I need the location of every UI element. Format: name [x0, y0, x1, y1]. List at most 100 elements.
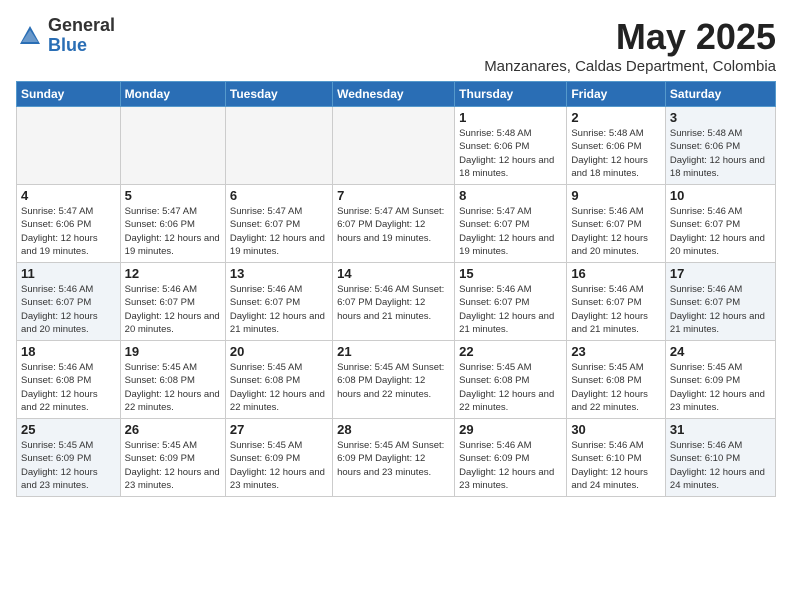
day-info: Sunrise: 5:45 AM Sunset: 6:09 PM Dayligh… [670, 361, 771, 414]
day-number: 6 [230, 188, 328, 203]
calendar-cell [17, 107, 121, 185]
day-info: Sunrise: 5:47 AM Sunset: 6:07 PM Dayligh… [230, 205, 328, 258]
calendar-cell: 6 Sunrise: 5:47 AM Sunset: 6:07 PM Daylig… [225, 185, 332, 263]
day-number: 12 [125, 266, 221, 281]
calendar-cell: 30 Sunrise: 5:46 AM Sunset: 6:10 PM Dayli… [567, 419, 666, 497]
day-number: 3 [670, 110, 771, 125]
logo-text: General Blue [48, 16, 115, 56]
logo: General Blue [16, 16, 115, 56]
calendar-cell: 17 Sunrise: 5:46 AM Sunset: 6:07 PM Dayli… [665, 263, 775, 341]
calendar-cell: 12 Sunrise: 5:46 AM Sunset: 6:07 PM Dayli… [120, 263, 225, 341]
day-number: 29 [459, 422, 562, 437]
day-number: 15 [459, 266, 562, 281]
month-title: May 2025 [484, 16, 776, 58]
week-row-3: 18 Sunrise: 5:46 AM Sunset: 6:08 PM Dayli… [17, 341, 776, 419]
calendar-cell [333, 107, 455, 185]
day-number: 26 [125, 422, 221, 437]
day-info: Sunrise: 5:45 AM Sunset: 6:09 PM Dayligh… [125, 439, 221, 492]
calendar-cell: 28Sunrise: 5:45 AM Sunset: 6:09 PM Dayli… [333, 419, 455, 497]
calendar-cell: 29 Sunrise: 5:46 AM Sunset: 6:09 PM Dayli… [455, 419, 567, 497]
calendar-cell: 11 Sunrise: 5:46 AM Sunset: 6:07 PM Dayli… [17, 263, 121, 341]
calendar-cell: 9 Sunrise: 5:46 AM Sunset: 6:07 PM Daylig… [567, 185, 666, 263]
calendar-cell: 26 Sunrise: 5:45 AM Sunset: 6:09 PM Dayli… [120, 419, 225, 497]
day-number: 13 [230, 266, 328, 281]
header-thursday: Thursday [455, 82, 567, 107]
day-number: 27 [230, 422, 328, 437]
logo-blue: Blue [48, 36, 115, 56]
day-info: Sunrise: 5:46 AM Sunset: 6:09 PM Dayligh… [459, 439, 562, 492]
day-number: 2 [571, 110, 661, 125]
day-info: Sunrise: 5:45 AM Sunset: 6:08 PM Dayligh… [125, 361, 221, 414]
day-info: Sunrise: 5:48 AM Sunset: 6:06 PM Dayligh… [670, 127, 771, 180]
calendar-cell: 10Sunrise: 5:46 AM Sunset: 6:07 PM Dayli… [665, 185, 775, 263]
day-info: Sunrise: 5:46 AM Sunset: 6:10 PM Dayligh… [670, 439, 771, 492]
day-number: 23 [571, 344, 661, 359]
day-info: Sunrise: 5:48 AM Sunset: 6:06 PM Dayligh… [571, 127, 661, 180]
calendar-cell: 20Sunrise: 5:45 AM Sunset: 6:08 PM Dayli… [225, 341, 332, 419]
day-info: Sunrise: 5:47 AM Sunset: 6:07 PM Dayligh… [337, 205, 450, 245]
week-row-0: 1 Sunrise: 5:48 AM Sunset: 6:06 PM Daylig… [17, 107, 776, 185]
calendar-cell: 23 Sunrise: 5:45 AM Sunset: 6:08 PM Dayli… [567, 341, 666, 419]
calendar-table: SundayMondayTuesdayWednesdayThursdayFrid… [16, 81, 776, 497]
calendar-cell [225, 107, 332, 185]
calendar-cell: 3 Sunrise: 5:48 AM Sunset: 6:06 PM Daylig… [665, 107, 775, 185]
day-info: Sunrise: 5:46 AM Sunset: 6:07 PM Dayligh… [125, 283, 221, 336]
day-number: 10 [670, 188, 771, 203]
day-number: 1 [459, 110, 562, 125]
day-number: 5 [125, 188, 221, 203]
page-header: General Blue May 2025 Manzanares, Caldas… [16, 16, 776, 75]
day-info: Sunrise: 5:47 AM Sunset: 6:06 PM Dayligh… [125, 205, 221, 258]
day-number: 24 [670, 344, 771, 359]
day-number: 4 [21, 188, 116, 203]
header-friday: Friday [567, 82, 666, 107]
day-number: 28 [337, 422, 450, 437]
calendar-cell: 13Sunrise: 5:46 AM Sunset: 6:07 PM Dayli… [225, 263, 332, 341]
day-number: 11 [21, 266, 116, 281]
logo-general: General [48, 16, 115, 36]
day-info: Sunrise: 5:45 AM Sunset: 6:08 PM Dayligh… [459, 361, 562, 414]
calendar-cell: 27 Sunrise: 5:45 AM Sunset: 6:09 PM Dayli… [225, 419, 332, 497]
calendar-cell: 24 Sunrise: 5:45 AM Sunset: 6:09 PM Dayli… [665, 341, 775, 419]
day-info: Sunrise: 5:46 AM Sunset: 6:07 PM Dayligh… [670, 283, 771, 336]
header-tuesday: Tuesday [225, 82, 332, 107]
day-number: 16 [571, 266, 661, 281]
calendar-cell [120, 107, 225, 185]
header-sunday: Sunday [17, 82, 121, 107]
calendar-cell: 7Sunrise: 5:47 AM Sunset: 6:07 PM Daylig… [333, 185, 455, 263]
logo-icon [16, 22, 44, 50]
day-number: 30 [571, 422, 661, 437]
calendar-cell: 18 Sunrise: 5:46 AM Sunset: 6:08 PM Dayli… [17, 341, 121, 419]
calendar-cell: 2 Sunrise: 5:48 AM Sunset: 6:06 PM Daylig… [567, 107, 666, 185]
calendar-cell: 16 Sunrise: 5:46 AM Sunset: 6:07 PM Dayli… [567, 263, 666, 341]
day-info: Sunrise: 5:48 AM Sunset: 6:06 PM Dayligh… [459, 127, 562, 180]
calendar-cell: 19 Sunrise: 5:45 AM Sunset: 6:08 PM Dayli… [120, 341, 225, 419]
calendar-cell: 14 Sunrise: 5:46 AM Sunset: 6:07 PM Dayli… [333, 263, 455, 341]
day-info: Sunrise: 5:46 AM Sunset: 6:07 PM Dayligh… [571, 283, 661, 336]
week-row-1: 4 Sunrise: 5:47 AM Sunset: 6:06 PM Daylig… [17, 185, 776, 263]
header-row: SundayMondayTuesdayWednesdayThursdayFrid… [17, 82, 776, 107]
calendar-cell: 4Sunrise: 5:47 AM Sunset: 6:06 PM Daylig… [17, 185, 121, 263]
day-number: 18 [21, 344, 116, 359]
day-info: Sunrise: 5:45 AM Sunset: 6:09 PM Dayligh… [230, 439, 328, 492]
week-row-2: 11 Sunrise: 5:46 AM Sunset: 6:07 PM Dayli… [17, 263, 776, 341]
calendar-cell: 25 Sunrise: 5:45 AM Sunset: 6:09 PM Dayli… [17, 419, 121, 497]
calendar-cell: 22Sunrise: 5:45 AM Sunset: 6:08 PM Dayli… [455, 341, 567, 419]
day-info: Sunrise: 5:46 AM Sunset: 6:07 PM Dayligh… [571, 205, 661, 258]
header-wednesday: Wednesday [333, 82, 455, 107]
calendar-cell: 8Sunrise: 5:47 AM Sunset: 6:07 PM Daylig… [455, 185, 567, 263]
location-title: Manzanares, Caldas Department, Colombia [484, 58, 776, 75]
day-info: Sunrise: 5:46 AM Sunset: 6:07 PM Dayligh… [337, 283, 450, 323]
day-info: Sunrise: 5:46 AM Sunset: 6:10 PM Dayligh… [571, 439, 661, 492]
day-number: 14 [337, 266, 450, 281]
day-number: 19 [125, 344, 221, 359]
day-info: Sunrise: 5:46 AM Sunset: 6:07 PM Dayligh… [21, 283, 116, 336]
calendar-cell: 1 Sunrise: 5:48 AM Sunset: 6:06 PM Daylig… [455, 107, 567, 185]
day-info: Sunrise: 5:47 AM Sunset: 6:07 PM Dayligh… [459, 205, 562, 258]
day-info: Sunrise: 5:46 AM Sunset: 6:08 PM Dayligh… [21, 361, 116, 414]
day-number: 17 [670, 266, 771, 281]
day-number: 25 [21, 422, 116, 437]
day-info: Sunrise: 5:45 AM Sunset: 6:09 PM Dayligh… [21, 439, 116, 492]
day-number: 9 [571, 188, 661, 203]
day-info: Sunrise: 5:45 AM Sunset: 6:08 PM Dayligh… [571, 361, 661, 414]
week-row-4: 25 Sunrise: 5:45 AM Sunset: 6:09 PM Dayli… [17, 419, 776, 497]
